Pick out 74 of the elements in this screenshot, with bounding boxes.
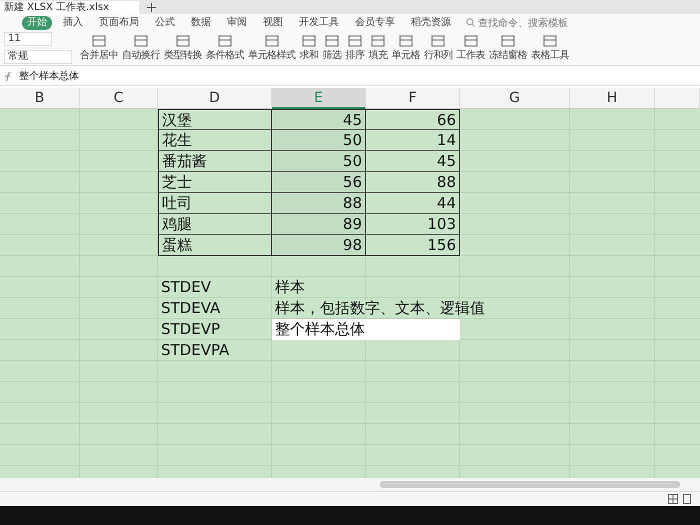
number-format-dropdown[interactable]: 常规 [4, 50, 72, 64]
ribbon-button[interactable]: 单元格 [392, 35, 420, 61]
table-icon [398, 35, 413, 47]
table-icon [348, 35, 362, 47]
menu-tab[interactable]: 会员专享 [350, 16, 400, 30]
table-cell: 44 [366, 193, 460, 214]
menu-tab[interactable]: 数据 [186, 16, 216, 30]
ribbon-button[interactable]: 行和列 [424, 35, 452, 61]
column-header[interactable]: G [460, 88, 570, 109]
ribbon-button[interactable]: 表格工具 [531, 35, 569, 61]
table-icon [176, 35, 190, 47]
ribbon-button[interactable]: 排序 [346, 35, 364, 61]
table-icon [302, 35, 316, 47]
table-icon [501, 35, 515, 47]
table-cell: 50 [272, 151, 366, 172]
menu-tab[interactable]: 视图 [258, 16, 288, 30]
table-cell: 汉堡 [158, 109, 272, 130]
table-cell: 45 [272, 109, 366, 130]
normal-view-icon[interactable] [668, 494, 678, 504]
ribbon-button[interactable]: 筛选 [322, 35, 342, 61]
search-field[interactable]: 查找命令、搜索模板 [462, 16, 572, 30]
ribbon-button[interactable]: 工作表 [456, 35, 485, 61]
table-cell: 45 [366, 151, 460, 172]
search-icon [466, 18, 475, 27]
menu-tab[interactable]: 开发工具 [294, 16, 344, 30]
table-icon [325, 35, 339, 47]
cell-input[interactable]: 整个样本总体 [272, 319, 460, 340]
font-size-dropdown[interactable]: 11 [4, 32, 52, 46]
menu-tab[interactable]: 审阅 [222, 16, 252, 30]
cell-text: STDEVA [158, 298, 272, 319]
column-header[interactable]: B [0, 88, 80, 109]
table-cell: 88 [272, 193, 366, 214]
ribbon-button[interactable]: 求和 [300, 35, 318, 61]
function-icon[interactable] [3, 72, 13, 82]
document-tab[interactable]: 新建 XLSX 工作表.xlsx [0, 1, 139, 14]
ribbon-button[interactable]: 自动换行 [122, 35, 160, 61]
menu-tab[interactable]: 公式 [150, 16, 180, 30]
menu-tab[interactable]: 插入 [58, 16, 88, 30]
table-cell: 14 [366, 130, 460, 151]
column-header[interactable]: F [366, 88, 460, 109]
column-header[interactable]: C [80, 88, 158, 109]
table-cell: 98 [272, 235, 366, 256]
ribbon-button[interactable]: 类型转换 [164, 35, 202, 61]
cell-text: 样本 [272, 277, 570, 298]
menu-tab[interactable]: 页面布局 [94, 16, 144, 30]
table-icon [543, 35, 557, 47]
cell-text: STDEVPA [158, 340, 272, 361]
table-cell: 50 [272, 130, 366, 151]
table-cell: 89 [272, 214, 366, 235]
table-icon [92, 35, 106, 47]
table-cell: 66 [366, 109, 460, 130]
table-icon [371, 35, 385, 47]
table-icon [134, 35, 148, 47]
table-cell: 88 [366, 172, 460, 193]
cell-text: STDEV [158, 277, 272, 298]
menu-tab[interactable]: 稻壳资源 [406, 16, 456, 30]
table-cell: 56 [272, 172, 366, 193]
table-cell: 156 [366, 235, 460, 256]
ribbon-button[interactable]: 条件格式 [206, 35, 244, 61]
column-header[interactable]: D [158, 88, 272, 109]
table-icon [218, 35, 232, 47]
ribbon-button[interactable]: 填充 [368, 35, 388, 61]
ribbon-button[interactable]: 冻结窗格 [489, 35, 527, 61]
table-icon [464, 35, 478, 47]
ribbon-button[interactable]: 单元格样式 [248, 35, 296, 61]
page-view-icon[interactable] [682, 494, 692, 504]
table-icon [264, 35, 279, 47]
ribbon-button[interactable]: 合并居中 [80, 35, 118, 61]
formula-field[interactable]: 整个样本总体 [19, 70, 700, 84]
new-tab-icon[interactable] [146, 1, 156, 14]
horizontal-scrollbar[interactable] [380, 481, 680, 488]
table-cell: 103 [366, 214, 460, 235]
column-header[interactable]: H [570, 88, 655, 109]
table-icon [431, 35, 446, 47]
